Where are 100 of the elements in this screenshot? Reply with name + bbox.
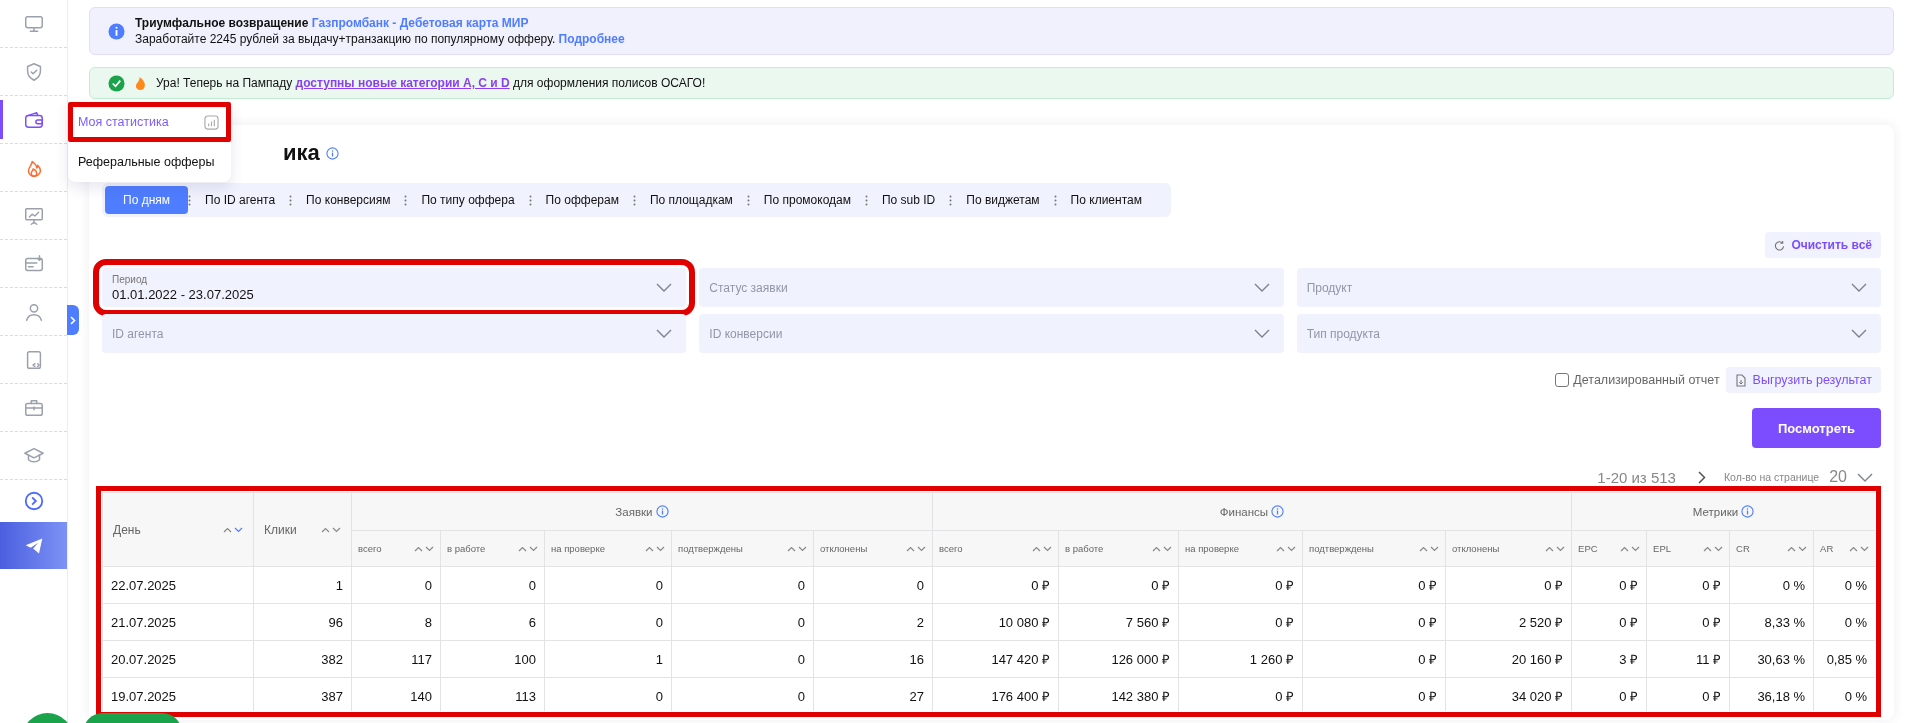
table-cell: 0 ₽ [1571, 566, 1647, 604]
table-cell: 0 [671, 640, 814, 678]
table-cell: 1 260 ₽ [1178, 640, 1303, 678]
export-button[interactable]: Выгрузить результат [1725, 367, 1881, 393]
banner-text: Заработайте 2245 рублей за выдачу+транзакцию по популярному офферу. Подробнее [135, 31, 625, 47]
sort-icon[interactable] [906, 544, 926, 553]
menu-item[interactable]: Моя статистика [68, 102, 231, 142]
dots-icon [404, 194, 408, 206]
dots-icon [188, 194, 191, 206]
table-cell: 22.07.2025 [102, 566, 254, 604]
chevron-down-icon [1857, 472, 1873, 482]
table-cell: 0 ₽ [1302, 640, 1446, 678]
tab[interactable]: По конверсиям [292, 186, 405, 214]
tab[interactable]: По промокодам [749, 186, 865, 214]
sort-icon[interactable] [1545, 544, 1566, 553]
group-title: Заявки [615, 506, 653, 518]
sort-icon[interactable] [787, 544, 807, 553]
chevron-down-icon [656, 329, 673, 338]
table-cell: 117 [351, 640, 441, 678]
clear-button[interactable]: Очистить всё [1765, 232, 1881, 258]
sort-icon[interactable] [223, 525, 243, 534]
column-title: на проверке [551, 543, 605, 554]
table-cell: 0 [351, 566, 441, 604]
select-field[interactable]: Статус заявки [699, 268, 1284, 307]
table-cell: 6 [440, 603, 545, 641]
view-button[interactable]: Посмотреть [1752, 408, 1881, 448]
select-field[interactable]: Продукт [1296, 268, 1881, 307]
column-title: CR [1736, 543, 1750, 554]
sort-icon[interactable] [518, 544, 538, 553]
arrow-circle-icon[interactable] [22, 490, 45, 512]
sort-icon[interactable] [1032, 544, 1052, 553]
table-cell: 96 [253, 603, 352, 641]
details-link[interactable]: Подробнее [558, 32, 625, 46]
chevron-down-icon [1851, 329, 1867, 338]
column-title: отклонены [1452, 543, 1500, 554]
table-cell: 0 ₽ [1302, 566, 1446, 604]
checkbox-label: Детализированный отчет [1573, 373, 1720, 387]
table-cell: 10 080 ₽ [932, 603, 1059, 641]
column-title: всего [358, 543, 382, 554]
column-title: подтверждены [1309, 543, 1374, 554]
table-cell: 0 ₽ [1646, 566, 1730, 604]
telegram-button[interactable] [0, 522, 67, 569]
sort-icon[interactable] [1787, 544, 1808, 553]
sort-icon[interactable] [1620, 544, 1641, 553]
table-cell: 20.07.2025 [102, 640, 254, 678]
chevron-down-icon [1253, 329, 1270, 338]
tab[interactable]: По виджетам [952, 186, 1054, 214]
sort-icon[interactable] [1152, 544, 1172, 553]
table-cell: 0 ₽ [1302, 603, 1446, 641]
tab[interactable]: По клиентам [1056, 186, 1156, 214]
table-cell: 382 [253, 640, 352, 678]
sort-icon[interactable] [645, 544, 665, 553]
sort-icon[interactable] [1849, 544, 1870, 553]
sort-icon[interactable] [1276, 544, 1296, 553]
placeholder: ID агента [112, 326, 164, 341]
expand-toggle[interactable] [67, 305, 79, 335]
sort-icon[interactable] [1703, 544, 1724, 553]
select-field[interactable]: ID агента [102, 314, 687, 353]
info-icon [1741, 505, 1755, 518]
info-icon [1271, 505, 1285, 518]
table-cell: 0 [544, 566, 672, 604]
placeholder: Статус заявки [709, 280, 788, 295]
tab[interactable]: По ID агента [191, 186, 290, 214]
select-field[interactable]: ID конверсии [699, 314, 1284, 353]
select-field[interactable]: Тип продукта [1296, 314, 1881, 353]
table-cell: 0 [440, 566, 545, 604]
info-icon [655, 505, 669, 518]
tab[interactable]: По площадкам [635, 186, 747, 214]
dots-icon [949, 194, 953, 206]
group-title: Финансы [1219, 506, 1269, 518]
placeholder: Продукт [1306, 280, 1353, 295]
tab[interactable]: По дням [105, 186, 188, 214]
dots-icon [746, 194, 750, 206]
sort-icon[interactable] [321, 525, 341, 534]
table-cell: 0 [544, 603, 672, 641]
checkbox[interactable] [1555, 373, 1570, 387]
dots-icon [864, 194, 868, 206]
tab[interactable]: По типу оффера [407, 186, 529, 214]
field-value: 01.01.2022 - 23.07.2025 [112, 286, 254, 302]
menu-item[interactable]: Реферальные офферы [68, 142, 231, 182]
table-cell: 1 [544, 640, 672, 678]
chevron-right-icon[interactable] [1697, 470, 1706, 484]
offer-link[interactable]: Газпромбанк - Дебетовая карта МИР [311, 16, 529, 30]
sort-icon[interactable] [1419, 544, 1439, 553]
column-title: на проверке [1185, 543, 1239, 554]
table-cell: 7 560 ₽ [1058, 603, 1179, 641]
column-title: отклонены [820, 543, 868, 554]
page-title: ика [283, 140, 320, 166]
categories-link[interactable]: доступны новые категории А, С и D [295, 76, 510, 90]
chevron-down-icon [656, 283, 673, 292]
table-cell: 0 ₽ [932, 566, 1059, 604]
tab[interactable]: По sub ID [867, 186, 950, 214]
placeholder: ID конверсии [709, 326, 783, 341]
chart-icon [204, 114, 219, 130]
table-cell: 20 160 ₽ [1445, 640, 1572, 678]
table-cell: 0 ₽ [1646, 603, 1730, 641]
tab[interactable]: По офферам [531, 186, 633, 214]
column-title: всего [939, 543, 963, 554]
sort-icon[interactable] [414, 544, 434, 553]
per-page-value[interactable]: 20 [1829, 468, 1847, 486]
